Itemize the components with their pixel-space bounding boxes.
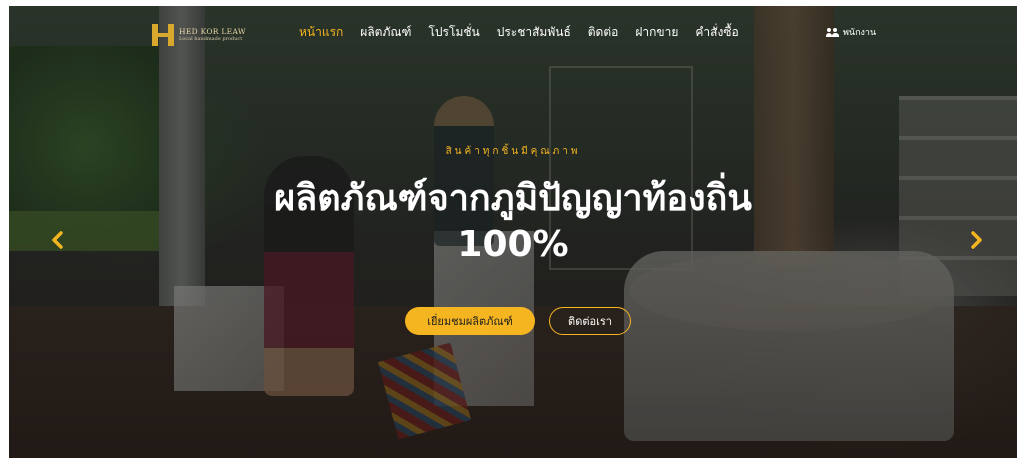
nav-item-contact[interactable]: ติดต่อ xyxy=(588,23,619,42)
nav-item-news[interactable]: ประชาสัมพันธ์ xyxy=(497,23,571,42)
hero-carousel: HED KOR LEAW Local handmade product หน้า… xyxy=(9,6,1017,458)
hero-title-line-2: 100% xyxy=(457,224,569,265)
users-icon xyxy=(826,27,839,37)
navbar: HED KOR LEAW Local handmade product หน้า… xyxy=(9,6,1017,61)
nav-item-orders[interactable]: คำสั่งซื้อ xyxy=(695,23,738,42)
view-products-button[interactable]: เยี่ยมชมผลิตภัณฑ์ xyxy=(405,307,535,335)
nav-item-consign[interactable]: ฝากขาย xyxy=(635,23,678,42)
chevron-right-icon xyxy=(971,231,982,249)
chevron-left-icon xyxy=(52,231,63,249)
brand-mark-icon xyxy=(152,24,174,46)
nav-item-products[interactable]: ผลิตภัณฑ์ xyxy=(360,23,411,42)
staff-label: พนักงาน xyxy=(843,28,877,38)
nav-menu: หน้าแรก ผลิตภัณฑ์ โปรโมชั่น ประชาสัมพันธ… xyxy=(299,23,756,42)
brand-logo[interactable]: HED KOR LEAW Local handmade product xyxy=(152,24,246,46)
hero-title-line-1: ผลิตภัณฑ์จากภูมิปัญญาท้องถิ่น xyxy=(274,178,752,219)
carousel-prev-button[interactable] xyxy=(47,228,67,252)
nav-item-home[interactable]: หน้าแรก xyxy=(299,23,343,42)
carousel-next-button[interactable] xyxy=(967,228,987,252)
hero-subtitle: สินค้าทุกชิ้นมีคุณภาพ xyxy=(445,146,581,157)
contact-us-button[interactable]: ติดต่อเรา xyxy=(549,307,631,335)
nav-item-promotions[interactable]: โปรโมชั่น xyxy=(428,23,479,42)
hero-buttons: เยี่ยมชมผลิตภัณฑ์ ติดต่อเรา xyxy=(405,307,631,335)
brand-name: HED KOR LEAW xyxy=(179,26,246,36)
staff-login-link[interactable]: พนักงาน xyxy=(826,25,876,39)
hero-title: ผลิตภัณฑ์จากภูมิปัญญาท้องถิ่น 100% xyxy=(9,176,1017,268)
brand-tagline: Local handmade product xyxy=(179,36,243,43)
